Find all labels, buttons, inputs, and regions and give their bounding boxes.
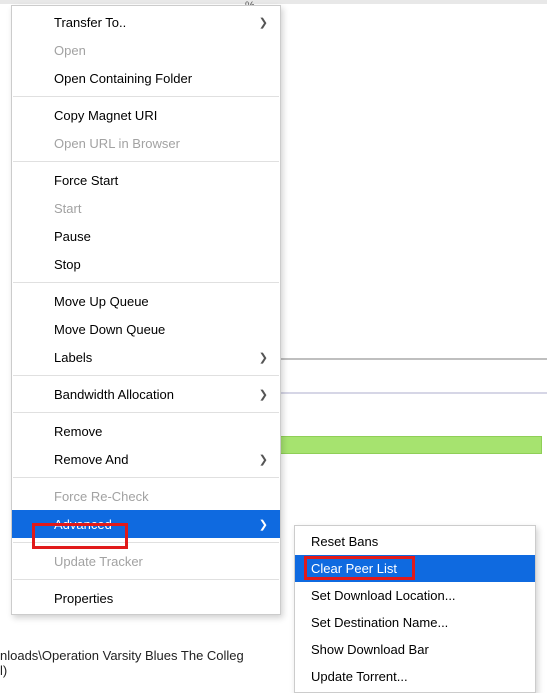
menu-label: Move Down Queue bbox=[54, 322, 165, 337]
bg-divider bbox=[280, 358, 547, 360]
status-path: nloads\Operation Varsity Blues The Colle… bbox=[0, 648, 244, 678]
menu-open: Open bbox=[12, 36, 280, 64]
separator bbox=[13, 282, 279, 283]
submenu-set-destination-name[interactable]: Set Destination Name... bbox=[295, 609, 535, 636]
chevron-right-icon: ❯ bbox=[259, 351, 268, 364]
submenu-update-torrent[interactable]: Update Torrent... bbox=[295, 663, 535, 690]
submenu-label: Update Torrent... bbox=[311, 669, 408, 684]
submenu-show-download-bar[interactable]: Show Download Bar bbox=[295, 636, 535, 663]
menu-open-containing-folder[interactable]: Open Containing Folder bbox=[12, 64, 280, 92]
submenu-label: Reset Bans bbox=[311, 534, 378, 549]
menu-copy-magnet-uri[interactable]: Copy Magnet URI bbox=[12, 101, 280, 129]
menu-label: Move Up Queue bbox=[54, 294, 149, 309]
separator bbox=[13, 375, 279, 376]
menu-bandwidth-allocation[interactable]: Bandwidth Allocation ❯ bbox=[12, 380, 280, 408]
menu-label: Open URL in Browser bbox=[54, 136, 180, 151]
separator bbox=[13, 477, 279, 478]
advanced-submenu: Reset Bans Clear Peer List Set Download … bbox=[294, 525, 536, 693]
submenu-set-download-location[interactable]: Set Download Location... bbox=[295, 582, 535, 609]
path-tail: l) bbox=[0, 663, 7, 678]
separator bbox=[13, 542, 279, 543]
chevron-right-icon: ❯ bbox=[259, 518, 268, 531]
submenu-clear-peer-list[interactable]: Clear Peer List bbox=[295, 555, 535, 582]
menu-label: Open Containing Folder bbox=[54, 71, 192, 86]
menu-label: Remove bbox=[54, 424, 102, 439]
menu-label: Remove And bbox=[54, 452, 128, 467]
separator bbox=[13, 96, 279, 97]
menu-label: Pause bbox=[54, 229, 91, 244]
menu-transfer-to[interactable]: Transfer To.. ❯ bbox=[12, 8, 280, 36]
menu-force-start[interactable]: Force Start bbox=[12, 166, 280, 194]
top-bar-fragment bbox=[0, 0, 547, 4]
menu-label: Labels bbox=[54, 350, 92, 365]
chevron-right-icon: ❯ bbox=[259, 453, 268, 466]
menu-label: Force Re-Check bbox=[54, 489, 149, 504]
menu-label: Copy Magnet URI bbox=[54, 108, 157, 123]
menu-label: Bandwidth Allocation bbox=[54, 387, 174, 402]
menu-label: Update Tracker bbox=[54, 554, 143, 569]
menu-remove-and[interactable]: Remove And ❯ bbox=[12, 445, 280, 473]
menu-move-up-queue[interactable]: Move Up Queue bbox=[12, 287, 280, 315]
separator bbox=[13, 161, 279, 162]
chevron-right-icon: ❯ bbox=[259, 388, 268, 401]
menu-label: Properties bbox=[54, 591, 113, 606]
chevron-right-icon: ❯ bbox=[259, 16, 268, 29]
progress-bar-fragment bbox=[280, 436, 542, 454]
menu-label: Start bbox=[54, 201, 81, 216]
submenu-reset-bans[interactable]: Reset Bans bbox=[295, 528, 535, 555]
submenu-label: Clear Peer List bbox=[311, 561, 397, 576]
submenu-label: Set Destination Name... bbox=[311, 615, 448, 630]
menu-start: Start bbox=[12, 194, 280, 222]
submenu-label: Show Download Bar bbox=[311, 642, 429, 657]
menu-remove[interactable]: Remove bbox=[12, 417, 280, 445]
menu-move-down-queue[interactable]: Move Down Queue bbox=[12, 315, 280, 343]
menu-label: Stop bbox=[54, 257, 81, 272]
submenu-label: Set Download Location... bbox=[311, 588, 456, 603]
context-menu: Transfer To.. ❯ Open Open Containing Fol… bbox=[11, 5, 281, 615]
menu-label: Transfer To.. bbox=[54, 15, 126, 30]
menu-stop[interactable]: Stop bbox=[12, 250, 280, 278]
menu-force-recheck: Force Re-Check bbox=[12, 482, 280, 510]
bg-divider bbox=[280, 392, 547, 394]
separator bbox=[13, 579, 279, 580]
menu-update-tracker: Update Tracker bbox=[12, 547, 280, 575]
menu-label: Force Start bbox=[54, 173, 118, 188]
menu-labels[interactable]: Labels ❯ bbox=[12, 343, 280, 371]
menu-label: Open bbox=[54, 43, 86, 58]
menu-open-url-browser: Open URL in Browser bbox=[12, 129, 280, 157]
path-text: nloads\Operation Varsity Blues The Colle… bbox=[0, 648, 244, 663]
separator bbox=[13, 412, 279, 413]
menu-pause[interactable]: Pause bbox=[12, 222, 280, 250]
menu-properties[interactable]: Properties bbox=[12, 584, 280, 612]
menu-advanced[interactable]: Advanced ❯ bbox=[12, 510, 280, 538]
menu-label: Advanced bbox=[54, 517, 112, 532]
